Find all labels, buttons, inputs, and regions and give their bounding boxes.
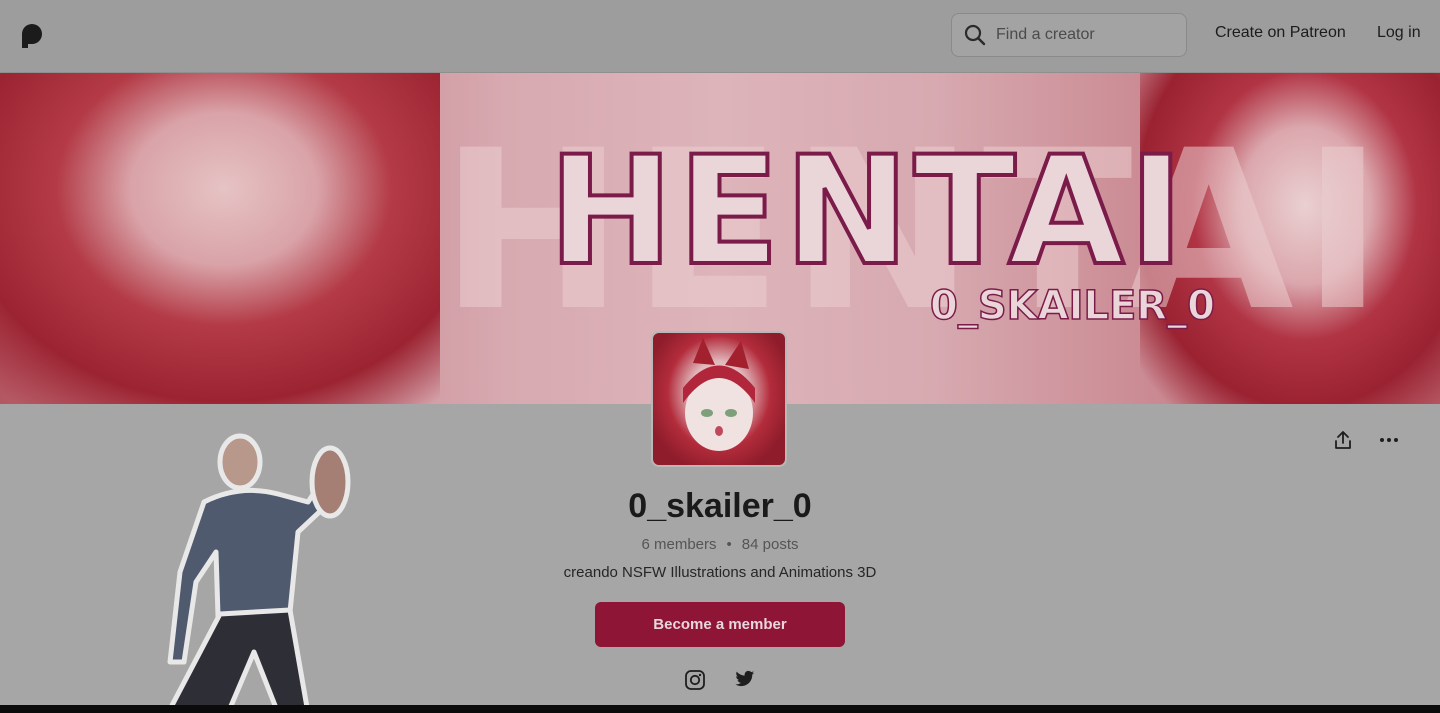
become-member-button[interactable]: Become a member [595, 602, 845, 647]
patreon-logo-icon[interactable] [18, 22, 46, 50]
more-options-icon[interactable] [1379, 436, 1399, 444]
creator-search-box[interactable] [951, 13, 1187, 57]
banner-character-left [0, 73, 440, 404]
instagram-icon[interactable] [684, 669, 706, 691]
video-overlay-person [165, 433, 351, 713]
create-on-patreon-link[interactable]: Create on Patreon [1215, 24, 1346, 42]
share-icon[interactable] [1334, 430, 1352, 450]
members-count: 6 members [641, 536, 717, 553]
twitter-icon[interactable] [735, 670, 755, 688]
search-icon [964, 24, 986, 46]
avatar-illustration [683, 338, 755, 451]
stats-separator: • [726, 536, 732, 553]
bottom-black-strip [0, 705, 1440, 713]
search-input[interactable] [994, 25, 1178, 45]
login-link[interactable]: Log in [1377, 24, 1421, 42]
banner-handle: 0_SKAILER_0 [929, 282, 1215, 330]
posts-count: 84 posts [741, 536, 799, 553]
creator-avatar[interactable] [651, 331, 787, 467]
banner-title: HENTAI [546, 123, 1189, 301]
top-navigation-bar: Create on Patreon Log in [0, 0, 1440, 73]
